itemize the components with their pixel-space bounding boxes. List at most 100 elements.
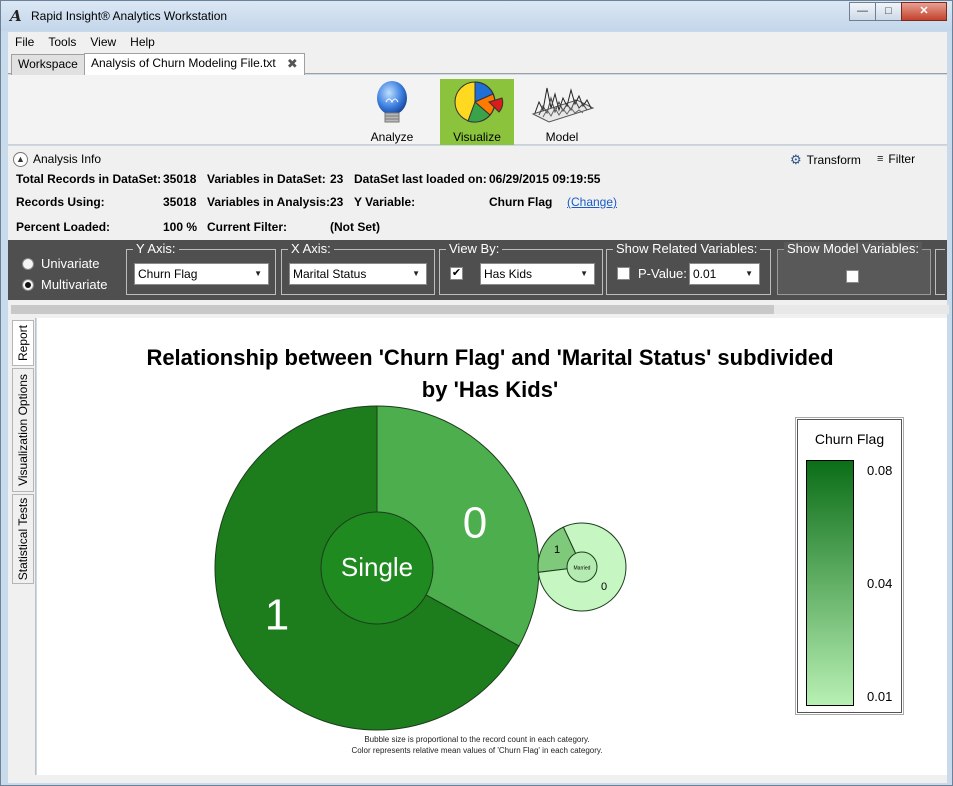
last-loaded-label: DataSet last loaded on: xyxy=(354,172,487,186)
close-button[interactable]: ✕ xyxy=(901,2,947,21)
view-by-checkbox[interactable]: ✔ xyxy=(450,267,463,280)
minimize-button[interactable]: — xyxy=(849,2,876,21)
footnote-line-1: Bubble size is proportional to the recor… xyxy=(364,735,590,744)
model-variables-title: Show Model Variables: xyxy=(784,242,922,256)
analyze-label: Analyze xyxy=(370,130,414,144)
model-variables-checkbox[interactable] xyxy=(846,270,859,283)
total-records-label: Total Records in DataSet: xyxy=(16,172,162,186)
overflow-group-edge xyxy=(935,249,945,295)
lightbulb-icon xyxy=(377,81,407,123)
analysis-info-title: Analysis Info xyxy=(33,152,102,166)
side-tab-visualization-options[interactable]: Visualization Options xyxy=(12,368,34,492)
bubble-married-label: Married xyxy=(574,565,591,571)
maximize-button[interactable]: □ xyxy=(875,2,902,21)
title-bar: A Rapid Insight® Analytics Workstation —… xyxy=(1,1,952,31)
current-filter-label: Current Filter: xyxy=(207,220,288,234)
controls-scroll-area xyxy=(8,300,949,318)
side-tab-strip: Report Visualization Options Statistical… xyxy=(8,318,36,775)
change-link[interactable]: (Change) xyxy=(567,195,617,209)
y-axis-value: Churn Flag xyxy=(138,267,198,281)
variables-dataset-value: 23 xyxy=(330,172,344,186)
status-bar xyxy=(8,775,947,783)
dropdown-arrow-icon: ▼ xyxy=(745,269,753,278)
related-variables-group: Show Related Variables: P-Value: 0.01 ▼ xyxy=(606,242,771,295)
visualization-controls: Univariate Multivariate Y Axis: Churn Fl… xyxy=(8,240,947,300)
chart-footnote: Bubble size is proportional to the recor… xyxy=(237,734,717,756)
multivariate-radio[interactable]: Multivariate xyxy=(22,277,107,292)
bubble-married-segment-label-1: 1 xyxy=(554,544,560,556)
percent-loaded-value: 100 % xyxy=(163,220,198,234)
filter-button[interactable]: ≡ Filter xyxy=(877,152,915,166)
analyze-button[interactable]: Analyze xyxy=(355,79,429,145)
model-variables-group: Show Model Variables: xyxy=(777,242,931,295)
variables-analysis-value: 23 xyxy=(330,195,344,209)
legend-tick-min: 0.01 xyxy=(867,689,893,704)
variables-dataset-label: Variables in DataSet: xyxy=(207,172,326,186)
side-tab-report-label: Report xyxy=(16,324,30,362)
p-value-value: 0.01 xyxy=(693,267,717,281)
related-variables-title: Show Related Variables: xyxy=(613,242,761,256)
p-value-select[interactable]: 0.01 ▼ xyxy=(689,263,760,285)
analysis-info-header[interactable]: ▲ Analysis Info xyxy=(13,151,101,167)
model-label: Model xyxy=(545,130,579,144)
legend-color-bar xyxy=(806,460,854,706)
total-records-value: 35018 xyxy=(163,172,197,186)
side-tab-statistical-tests[interactable]: Statistical Tests xyxy=(12,494,34,584)
view-by-select[interactable]: Has Kids ▼ xyxy=(480,263,595,285)
y-variable-label: Y Variable: xyxy=(354,195,416,209)
y-variable-value: Churn Flag xyxy=(489,195,553,209)
side-tab-report[interactable]: Report xyxy=(12,320,34,366)
visualize-button[interactable]: Visualize xyxy=(440,79,514,145)
filter-icon: ≡ xyxy=(877,153,884,165)
transform-label: Transform xyxy=(806,153,861,167)
bubble-chart: 0 1 Single 1 0 Married xyxy=(214,405,627,731)
view-by-value: Has Kids xyxy=(484,267,533,281)
collapse-chevron-icon[interactable]: ▲ xyxy=(13,151,28,167)
view-by-group: View By: ✔ Has Kids ▼ xyxy=(439,242,603,295)
x-axis-value: Marital Status xyxy=(293,267,367,281)
app-logo-icon: A xyxy=(10,7,22,25)
color-legend: Churn Flag 0.08 0.04 0.01 xyxy=(795,417,904,715)
related-variables-checkbox[interactable] xyxy=(617,267,630,280)
menu-file[interactable]: File xyxy=(8,35,41,49)
filter-label: Filter xyxy=(888,152,916,166)
horizontal-scrollbar-thumb[interactable] xyxy=(11,305,774,314)
y-axis-title: Y Axis: xyxy=(133,242,179,256)
y-axis-group: Y Axis: Churn Flag ▼ xyxy=(126,242,276,295)
dropdown-arrow-icon: ▼ xyxy=(580,269,588,278)
tab-close-icon[interactable]: ✖ xyxy=(287,54,298,73)
document-tab-bar: Workspace Analysis of Churn Modeling Fil… xyxy=(8,52,947,75)
transform-button[interactable]: ⚙ Transform xyxy=(790,152,861,168)
legend-tick-max: 0.08 xyxy=(867,463,893,478)
menu-tools[interactable]: Tools xyxy=(41,35,83,49)
univariate-radio-dot xyxy=(22,257,34,270)
y-axis-select[interactable]: Churn Flag ▼ xyxy=(134,263,269,285)
records-using-value: 35018 xyxy=(163,195,197,209)
x-axis-select[interactable]: Marital Status ▼ xyxy=(289,263,427,285)
model-button[interactable]: Model xyxy=(525,79,599,145)
dropdown-arrow-icon: ▼ xyxy=(412,269,420,278)
mode-toolbar: Analyze Visualize Model xyxy=(8,75,947,145)
univariate-radio[interactable]: Univariate xyxy=(22,256,100,271)
surface-plot-icon xyxy=(531,87,595,123)
variables-analysis-label: Variables in Analysis: xyxy=(207,195,330,209)
dropdown-arrow-icon: ▼ xyxy=(254,269,262,278)
bubble-single-segment-label-1: 1 xyxy=(265,591,289,640)
bubble-married-segment-label-0: 0 xyxy=(601,581,607,593)
window-title: Rapid Insight® Analytics Workstation xyxy=(31,9,228,23)
tab-analysis[interactable]: Analysis of Churn Modeling File.txt ✖ xyxy=(84,53,305,75)
legend-tick-mid: 0.04 xyxy=(867,576,893,591)
menu-help[interactable]: Help xyxy=(123,35,162,49)
p-value-label: P-Value: xyxy=(638,266,687,281)
menu-view[interactable]: View xyxy=(83,35,123,49)
x-axis-group: X Axis: Marital Status ▼ xyxy=(281,242,435,295)
side-tab-statistical-tests-label: Statistical Tests xyxy=(16,497,30,581)
percent-loaded-label: Percent Loaded: xyxy=(16,220,111,234)
records-using-label: Records Using: xyxy=(16,195,105,209)
chart-area: Relationship between 'Churn Flag' and 'M… xyxy=(37,318,947,775)
tab-workspace[interactable]: Workspace xyxy=(11,54,85,75)
multivariate-radio-dot xyxy=(22,278,34,291)
side-tab-visualization-options-label: Visualization Options xyxy=(16,374,30,486)
footnote-line-2: Color represents relative mean values of… xyxy=(351,746,603,755)
bubble-single-label: Single xyxy=(341,552,413,582)
